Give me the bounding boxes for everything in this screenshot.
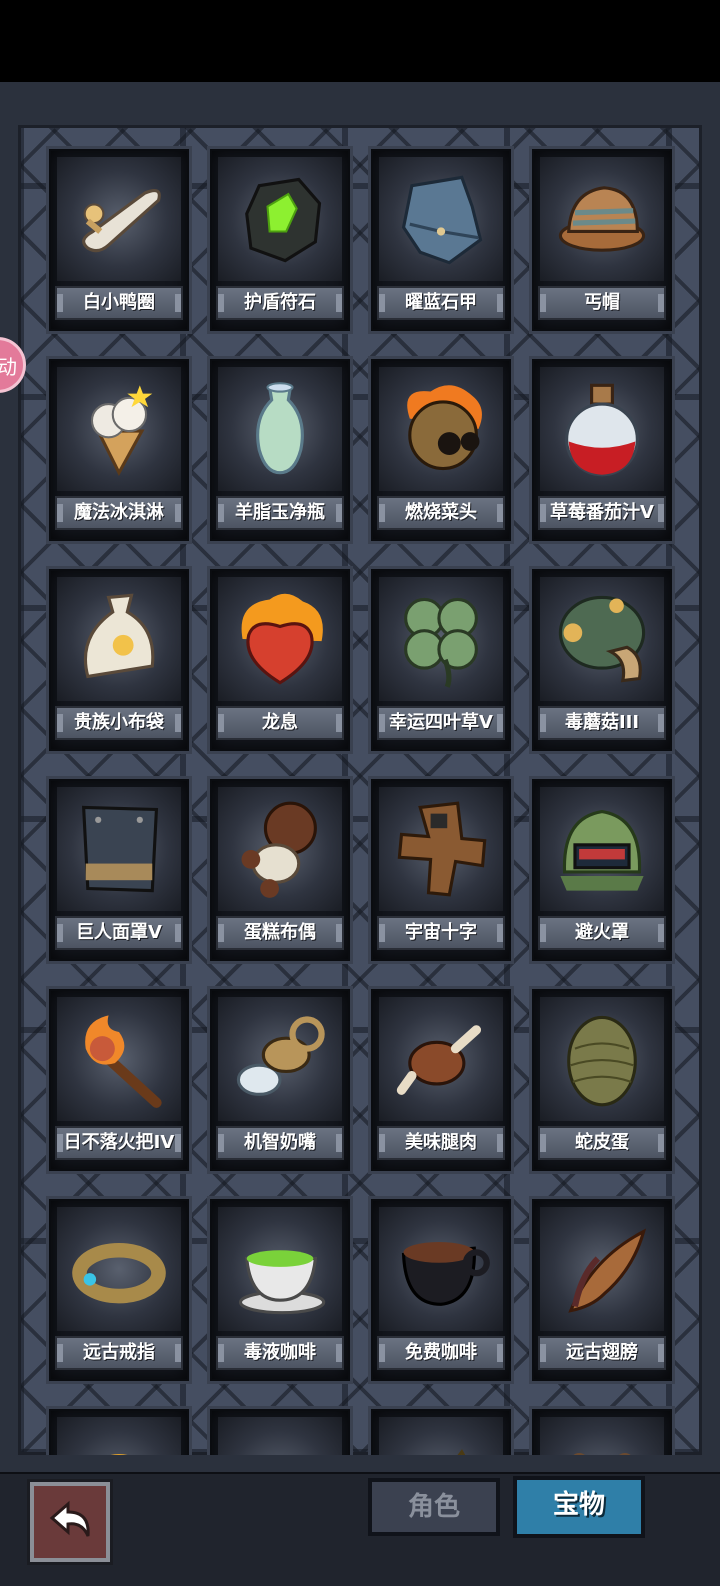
item-name: 魔法冰淇淋 — [55, 496, 183, 530]
item-name: 机智奶嘴 — [216, 1126, 344, 1160]
item-card[interactable]: 曜蓝石甲 — [371, 149, 511, 331]
giant-mask-icon — [57, 787, 181, 911]
item-name: 毒蘑菇III — [538, 706, 666, 740]
free-coffee-icon — [379, 1207, 503, 1331]
jade-vase-icon — [218, 367, 342, 491]
item-card[interactable]: 草莓番茄汁V — [532, 359, 672, 541]
ancient-wing-icon — [540, 1207, 664, 1331]
item-card[interactable]: 巨人面罩V — [49, 779, 189, 961]
four-leaf-clover-icon — [379, 577, 503, 701]
noble-bag-icon — [57, 577, 181, 701]
inventory-frame: 白小鸭圈 护盾符石 曜蓝石甲 丐帽 魔法冰淇淋 羊脂玉净瓶 燃烧菜头 草莓番茄汁… — [0, 82, 720, 1472]
item-card[interactable]: 避火罩 — [532, 779, 672, 961]
item-card[interactable] — [49, 1409, 189, 1455]
item-name: 日不落火把IV — [55, 1126, 183, 1160]
item-name: 龙息 — [216, 706, 344, 740]
teddy-bear-icon — [540, 1417, 664, 1455]
fire-helmet-icon — [540, 787, 664, 911]
item-card[interactable]: 日不落火把IV — [49, 989, 189, 1171]
item-card[interactable] — [532, 1409, 672, 1455]
item-name: 白小鸭圈 — [55, 286, 183, 320]
beggar-hat-icon — [540, 157, 664, 281]
bottom-bar: 角色 宝物 — [0, 1472, 720, 1586]
item-name: 羊脂玉净瓶 — [216, 496, 344, 530]
item-name: 幸运四叶草V — [377, 706, 505, 740]
item-name: 丐帽 — [538, 286, 666, 320]
item-card[interactable]: 燃烧菜头 — [371, 359, 511, 541]
item-card[interactable]: 毒液咖啡 — [210, 1199, 350, 1381]
cosmic-cross-icon — [379, 787, 503, 911]
back-button[interactable] — [30, 1482, 110, 1562]
item-card[interactable]: 蛋糕布偶 — [210, 779, 350, 961]
item-card[interactable] — [371, 1409, 511, 1455]
drumstick-icon — [379, 997, 503, 1121]
item-name: 宇宙十字 — [377, 916, 505, 950]
venom-coffee-icon — [218, 1207, 342, 1331]
burning-vegetable-icon — [379, 367, 503, 491]
item-card[interactable]: 远古翅膀 — [532, 1199, 672, 1381]
side-badge-text: 动 — [0, 354, 17, 379]
blue-stone-armor-icon — [379, 157, 503, 281]
item-name: 免费咖啡 — [377, 1336, 505, 1370]
item-card[interactable]: 羊脂玉净瓶 — [210, 359, 350, 541]
item-name: 巨人面罩V — [55, 916, 183, 950]
item-name: 曜蓝石甲 — [377, 286, 505, 320]
torch-icon — [57, 997, 181, 1121]
item-card[interactable]: 魔法冰淇淋 — [49, 359, 189, 541]
strawberry-potion-icon — [540, 367, 664, 491]
poison-mushroom-icon — [540, 577, 664, 701]
item-name: 护盾符石 — [216, 286, 344, 320]
item-name: 贵族小布袋 — [55, 706, 183, 740]
silver-bowl-icon — [218, 1417, 342, 1455]
gold-pile-icon — [379, 1417, 503, 1455]
duck-ring-icon — [57, 157, 181, 281]
treasure-grid[interactable]: 白小鸭圈 护盾符石 曜蓝石甲 丐帽 魔法冰淇淋 羊脂玉净瓶 燃烧菜头 草莓番茄汁… — [18, 125, 702, 1455]
ancient-ring-icon — [57, 1207, 181, 1331]
item-card[interactable]: 蛇皮蛋 — [532, 989, 672, 1171]
shield-rune-stone-icon — [218, 157, 342, 281]
cake-doll-icon — [218, 787, 342, 911]
item-name: 美味腿肉 — [377, 1126, 505, 1160]
item-name: 毒液咖啡 — [216, 1336, 344, 1370]
item-card[interactable]: 贵族小布袋 — [49, 569, 189, 751]
item-card[interactable]: 护盾符石 — [210, 149, 350, 331]
item-card[interactable]: 龙息 — [210, 569, 350, 751]
item-name: 蛇皮蛋 — [538, 1126, 666, 1160]
item-card[interactable]: 丐帽 — [532, 149, 672, 331]
dragon-breath-heart-icon — [218, 577, 342, 701]
tab-character[interactable]: 角色 — [368, 1478, 500, 1536]
item-name: 远古戒指 — [55, 1336, 183, 1370]
item-card[interactable]: 宇宙十字 — [371, 779, 511, 961]
magic-ice-cream-icon — [57, 367, 181, 491]
item-card[interactable] — [210, 1409, 350, 1455]
item-card[interactable]: 美味腿肉 — [371, 989, 511, 1171]
item-card[interactable]: 远古戒指 — [49, 1199, 189, 1381]
item-name: 远古翅膀 — [538, 1336, 666, 1370]
tab-treasure[interactable]: 宝物 — [513, 1476, 645, 1538]
item-card[interactable]: 免费咖啡 — [371, 1199, 511, 1381]
item-name: 燃烧菜头 — [377, 496, 505, 530]
snakeskin-egg-icon — [540, 997, 664, 1121]
item-name: 草莓番茄汁V — [538, 496, 666, 530]
item-card[interactable]: 机智奶嘴 — [210, 989, 350, 1171]
item-card[interactable]: 白小鸭圈 — [49, 149, 189, 331]
golden-bun-icon — [57, 1417, 181, 1455]
pacifier-icon — [218, 997, 342, 1121]
item-card[interactable]: 幸运四叶草V — [371, 569, 511, 751]
item-name: 蛋糕布偶 — [216, 916, 344, 950]
item-card[interactable]: 毒蘑菇III — [532, 569, 672, 751]
item-name: 避火罩 — [538, 916, 666, 950]
back-arrow-icon — [49, 1500, 90, 1537]
